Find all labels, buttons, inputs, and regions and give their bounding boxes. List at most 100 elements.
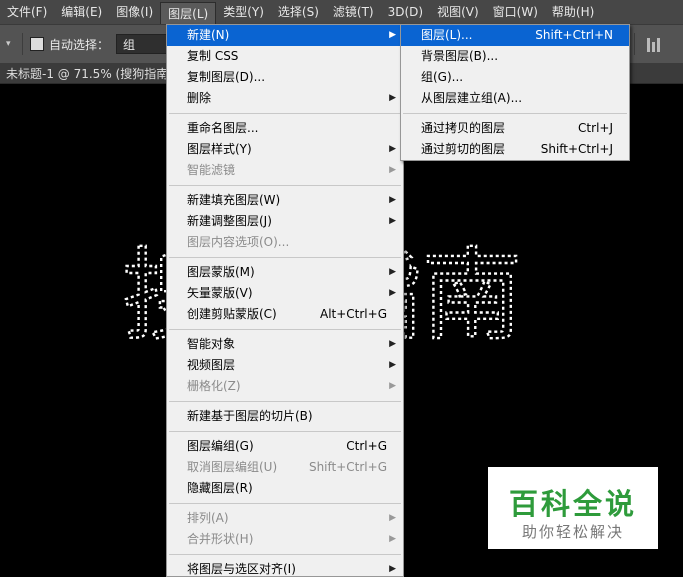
layer-menu-item-label: 新建(N) <box>187 28 230 42</box>
new-submenu-item[interactable]: 通过剪切的图层 Shift+Ctrl+J <box>401 139 629 160</box>
menu-layer[interactable]: 图层(L) <box>160 1 217 25</box>
layer-menu-item[interactable]: 新建基于图层的切片(B) <box>167 406 403 427</box>
document-tab[interactable]: 未标题-1 @ 71.5% (搜狗指南 <box>6 65 168 82</box>
layer-menu-item-label: 栅格化(Z) <box>187 379 241 393</box>
new-submenu-item-label: 通过剪切的图层 <box>421 142 506 156</box>
submenu-arrow-icon: ▶ <box>389 165 396 175</box>
layer-menu-item-label: 删除 <box>187 91 212 105</box>
submenu-arrow-icon: ▶ <box>389 288 396 298</box>
layer-menu-item-label: 将图层与选区对齐(I) <box>187 562 296 576</box>
new-submenu: 图层(L)... Shift+Ctrl+N 背景图层(B)... 组(G)... 从图层… <box>400 24 630 161</box>
watermark-logo: 百科全说 助你轻松解决 <box>488 467 658 549</box>
layer-menu-item-label: 隐藏图层(R) <box>187 481 253 495</box>
layer-menu-item: 排列(A) ▶ <box>167 508 403 529</box>
layer-menu-item[interactable]: 图层样式(Y) ▶ <box>167 139 403 160</box>
menu-filter[interactable]: 滤镜(T) <box>326 0 381 24</box>
menu-image[interactable]: 图像(I) <box>109 0 160 24</box>
layer-menu-item[interactable]: 图层编组(G) Ctrl+G <box>167 436 403 457</box>
menu-select[interactable]: 选择(S) <box>271 0 326 24</box>
menu-divider <box>169 503 401 504</box>
new-submenu-item-label: 背景图层(B)... <box>421 49 499 63</box>
layer-menu-item-shortcut: Alt+Ctrl+G <box>319 307 387 321</box>
layer-menu-item-label: 新建调整图层(J) <box>187 214 272 228</box>
layer-menu-item[interactable]: 视频图层 ▶ <box>167 355 403 376</box>
menu-divider <box>169 113 401 114</box>
new-submenu-item-shortcut: Shift+Ctrl+J <box>540 142 613 156</box>
layer-menu-item[interactable]: 矢量蒙版(V) ▶ <box>167 283 403 304</box>
distribute-icon[interactable] <box>646 36 662 52</box>
layer-menu-item-label: 取消图层编组(U) <box>187 460 278 474</box>
menu-3d[interactable]: 3D(D) <box>381 0 430 24</box>
layer-menu-item: 合并形状(H) ▶ <box>167 529 403 550</box>
tool-preset-dropdown-icon[interactable]: ▾ <box>6 39 11 49</box>
layer-menu-item[interactable]: 新建填充图层(W) ▶ <box>167 190 403 211</box>
submenu-arrow-icon: ▶ <box>389 216 396 226</box>
options-divider-right <box>634 33 635 55</box>
layer-menu-item: 图层内容选项(O)... <box>167 232 403 253</box>
layer-menu-item[interactable]: 隐藏图层(R) <box>167 478 403 499</box>
submenu-arrow-icon: ▶ <box>389 195 396 205</box>
layer-menu-item[interactable]: 智能对象 ▶ <box>167 334 403 355</box>
layer-menu-item[interactable]: 复制 CSS <box>167 46 403 67</box>
new-submenu-item[interactable]: 通过拷贝的图层 Ctrl+J <box>401 118 629 139</box>
auto-select-label: 自动选择： <box>49 38 110 52</box>
watermark-title: 百科全说 <box>508 487 637 521</box>
layer-menu-item-label: 图层蒙版(M) <box>187 265 255 279</box>
layer-menu-item[interactable]: 创建剪贴蒙版(C) Alt+Ctrl+G <box>167 304 403 325</box>
layer-menu-item: 栅格化(Z) ▶ <box>167 376 403 397</box>
menu-file[interactable]: 文件(F) <box>0 0 54 24</box>
watermark-subtitle: 助你轻松解决 <box>521 523 624 541</box>
layer-menu-item-label: 图层编组(G) <box>187 439 254 453</box>
menu-divider <box>169 554 401 555</box>
layer-menu-item-label: 创建剪贴蒙版(C) <box>187 307 277 321</box>
menu-help[interactable]: 帮助(H) <box>545 0 601 24</box>
layer-menu-item[interactable]: 复制图层(D)... <box>167 67 403 88</box>
submenu-arrow-icon: ▶ <box>389 93 396 103</box>
auto-select-checkbox[interactable] <box>30 37 44 51</box>
layer-menu-item-label: 矢量蒙版(V) <box>187 286 253 300</box>
layer-menu-item[interactable]: 新建调整图层(J) ▶ <box>167 211 403 232</box>
new-submenu-item-label: 图层(L)... <box>421 28 473 42</box>
submenu-arrow-icon: ▶ <box>389 267 396 277</box>
new-submenu-item[interactable]: 从图层建立组(A)... <box>401 88 629 109</box>
layer-menu-item: 智能滤镜 ▶ <box>167 160 403 181</box>
layer-menu-item-label: 排列(A) <box>187 511 229 525</box>
layer-menu-item-shortcut: Shift+Ctrl+G <box>308 460 387 474</box>
new-submenu-item[interactable]: 组(G)... <box>401 67 629 88</box>
new-submenu-item-label: 组(G)... <box>421 70 464 84</box>
submenu-arrow-icon: ▶ <box>389 513 396 523</box>
new-submenu-item-shortcut: Shift+Ctrl+N <box>535 28 613 42</box>
submenu-arrow-icon: ▶ <box>389 144 396 154</box>
menu-bar: 文件(F) 编辑(E) 图像(I) 图层(L) 类型(Y) 选择(S) 滤镜(T… <box>0 0 683 25</box>
submenu-arrow-icon: ▶ <box>389 360 396 370</box>
new-submenu-item[interactable]: 图层(L)... Shift+Ctrl+N <box>401 25 629 46</box>
layer-menu-item[interactable]: 删除 ▶ <box>167 88 403 109</box>
layer-menu-item[interactable]: 新建(N) ▶ <box>167 25 403 46</box>
layer-menu-item-label: 新建基于图层的切片(B) <box>187 409 313 423</box>
auto-select-dropdown[interactable]: 组 <box>116 34 170 54</box>
layer-menu-item[interactable]: 重命名图层... <box>167 118 403 139</box>
menu-window[interactable]: 窗口(W) <box>486 0 545 24</box>
menu-divider <box>169 257 401 258</box>
layer-menu-item-label: 新建填充图层(W) <box>187 193 281 207</box>
submenu-arrow-icon: ▶ <box>389 534 396 544</box>
new-submenu-item-label: 从图层建立组(A)... <box>421 91 523 105</box>
layer-menu-item-label: 合并形状(H) <box>187 532 254 546</box>
layer-menu-item-label: 复制 CSS <box>187 49 239 63</box>
layer-menu-item[interactable]: 将图层与选区对齐(I) ▶ <box>167 559 403 576</box>
menu-edit[interactable]: 编辑(E) <box>54 0 109 24</box>
layer-menu-item-shortcut: Ctrl+G <box>346 439 387 453</box>
layer-menu-item-label: 重命名图层... <box>187 121 259 135</box>
layer-menu-item: 取消图层编组(U) Shift+Ctrl+G <box>167 457 403 478</box>
menu-divider <box>169 185 401 186</box>
layer-menu-item[interactable]: 图层蒙版(M) ▶ <box>167 262 403 283</box>
layer-menu-item-label: 智能对象 <box>187 337 236 351</box>
menu-divider <box>403 113 627 114</box>
menu-view[interactable]: 视图(V) <box>430 0 486 24</box>
menu-divider <box>169 401 401 402</box>
layer-menu-item-label: 图层样式(Y) <box>187 142 252 156</box>
submenu-arrow-icon: ▶ <box>389 381 396 391</box>
new-submenu-item[interactable]: 背景图层(B)... <box>401 46 629 67</box>
options-divider <box>22 33 23 55</box>
menu-type[interactable]: 类型(Y) <box>216 0 271 24</box>
